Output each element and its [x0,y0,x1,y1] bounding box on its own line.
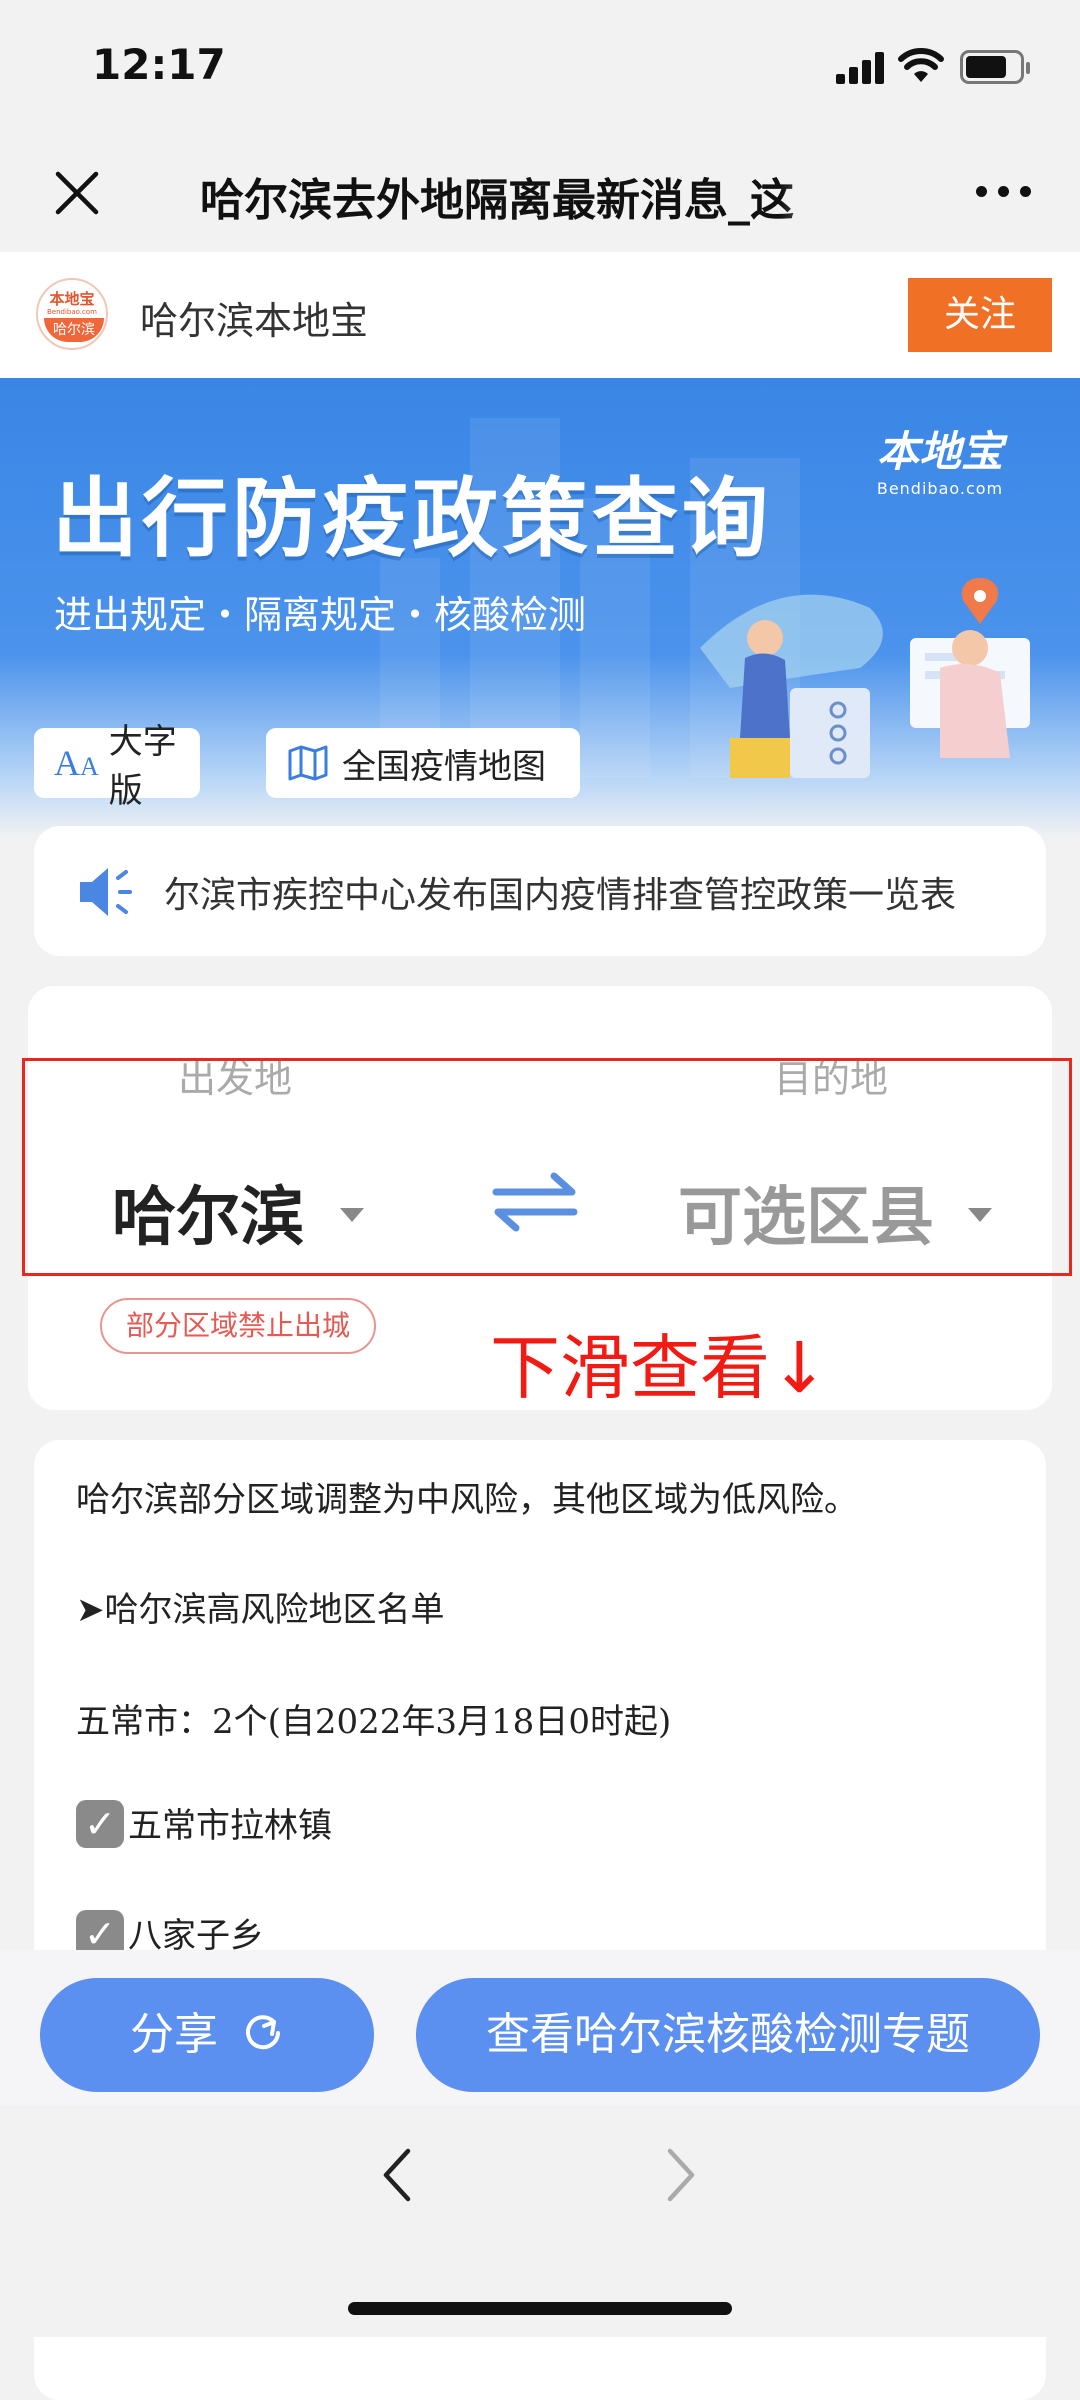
account-name[interactable]: 哈尔滨本地宝 [140,290,368,345]
map-icon [288,745,328,781]
nucleic-test-topic-button[interactable]: 查看哈尔滨核酸检测专题 [416,1978,1040,2092]
follow-button[interactable]: 关注 [908,278,1052,352]
font-size-icon: AA [54,743,99,783]
banner-subtitle: 进出规定・隔离规定・核酸检测 [54,593,587,637]
nav-bar: 哈尔滨去外地隔离最新消息_这 [0,140,1080,252]
high-risk-list-heading: ➤哈尔滨高风险地区名单 [76,1590,445,1630]
account-row[interactable]: 本地宝 Bendibao.com 哈尔滨 哈尔滨本地宝 关注 [0,252,1080,378]
list-item: ✓ 五常市拉林镇 [76,1798,332,1852]
page-title: 哈尔滨去外地隔离最新消息_这 [200,175,794,226]
status-bar: 12:17 [0,0,1080,140]
bendibao-logo: 本地宝 Bendibao.com [876,427,1004,498]
check-icon: ✓ [76,1799,124,1848]
close-icon[interactable] [54,170,100,216]
risk-summary: 哈尔滨部分区域调整为中风险，其他区域为低风险。 [76,1480,858,1520]
account-logo: 本地宝 Bendibao.com 哈尔滨 [36,278,108,350]
wifi-icon [898,48,944,82]
notice-bar[interactable]: 尔滨市疾控中心发布国内疫情排查管控政策一览表 [34,826,1046,956]
share-button[interactable]: 分享 [40,1978,374,2092]
back-arrow-icon[interactable] [382,2147,412,2203]
bottom-action-bar: 分享 查看哈尔滨核酸检测专题 [0,1950,1080,2105]
wuchang-heading: 五常市：2个(自2022年3月18日0时起) [76,1702,672,1742]
banner: 出行防疫政策查询 进出规定・隔离规定・核酸检测 本地宝 Bendibao.com… [0,378,1080,838]
forward-arrow-icon[interactable] [666,2147,696,2203]
battery-icon [960,50,1030,84]
more-icon[interactable] [976,186,1032,198]
status-time: 12:17 [92,40,226,89]
restriction-badge: 部分区域禁止出城 [100,1298,377,1354]
highlight-annotation-box [22,1058,1072,1276]
home-indicator[interactable] [348,2302,732,2315]
travelers-illustration [700,578,1030,778]
notice-text[interactable]: 尔滨市疾控中心发布国内疫情排查管控政策一览表 [164,866,956,918]
share-icon [246,2015,280,2050]
epidemic-map-button[interactable]: 全国疫情地图 [266,728,580,798]
speaker-icon [80,868,132,916]
large-font-button[interactable]: AA 大字版 [34,722,200,811]
cellular-signal-icon [836,52,884,84]
scroll-hint-annotation: 下滑查看↓ [490,1327,829,1409]
